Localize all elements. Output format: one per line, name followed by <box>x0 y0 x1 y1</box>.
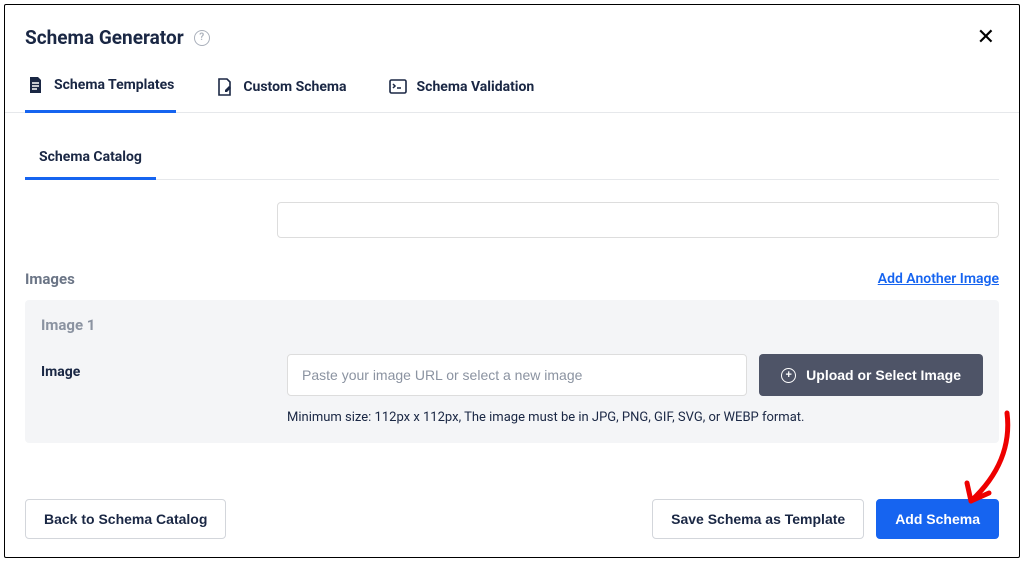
image-label: Image <box>41 354 287 380</box>
image-url-input[interactable] <box>287 354 747 396</box>
modal-footer: Back to Schema Catalog Save Schema as Te… <box>5 481 1019 557</box>
back-button[interactable]: Back to Schema Catalog <box>25 499 226 539</box>
schema-generator-modal: Schema Generator ? ✕ Schema Templates Cu… <box>4 4 1020 558</box>
section-title: Images <box>25 270 75 288</box>
modal-title: Schema Generator <box>25 26 184 49</box>
image-row: Image + Upload or Select Image Minimum s… <box>41 354 983 425</box>
plus-circle-icon: + <box>781 368 796 383</box>
field-row <box>277 202 999 238</box>
modal-content: Schema Catalog Images Add Another Image … <box>5 113 1019 481</box>
help-icon[interactable]: ? <box>194 30 210 46</box>
upload-image-button[interactable]: + Upload or Select Image <box>759 354 983 396</box>
subtab-schema-catalog[interactable]: Schema Catalog <box>25 139 156 180</box>
images-section-header: Images Add Another Image <box>25 264 999 294</box>
tabs-primary: Schema Templates Custom Schema Schema Va… <box>5 66 1019 113</box>
title-wrap: Schema Generator ? <box>25 26 210 49</box>
text-input[interactable] <box>277 202 999 238</box>
image-block: Image 1 Image + Upload or Select Image M… <box>25 300 999 443</box>
image-block-title: Image 1 <box>41 316 983 334</box>
add-schema-button[interactable]: Add Schema <box>876 499 999 539</box>
file-filled-icon <box>27 76 44 94</box>
close-icon[interactable]: ✕ <box>973 23 999 52</box>
upload-label: Upload or Select Image <box>806 367 961 383</box>
modal-header: Schema Generator ? ✕ <box>5 5 1019 66</box>
footer-right: Save Schema as Template Add Schema <box>652 499 999 539</box>
image-input-row: + Upload or Select Image <box>287 354 983 396</box>
add-another-image-link[interactable]: Add Another Image <box>878 271 999 287</box>
tab-custom-schema[interactable]: Custom Schema <box>214 66 348 113</box>
terminal-icon <box>389 79 407 94</box>
tab-label: Schema Templates <box>54 77 174 93</box>
save-template-button[interactable]: Save Schema as Template <box>652 499 864 539</box>
image-controls: + Upload or Select Image Minimum size: 1… <box>287 354 983 425</box>
tab-label: Custom Schema <box>243 79 346 95</box>
file-edit-icon <box>216 78 233 96</box>
tab-label: Schema Validation <box>417 79 535 95</box>
image-hint: Minimum size: 112px x 112px, The image m… <box>287 410 983 425</box>
tab-schema-templates[interactable]: Schema Templates <box>25 66 176 113</box>
subtabs: Schema Catalog <box>25 139 999 180</box>
tab-schema-validation[interactable]: Schema Validation <box>387 66 537 113</box>
